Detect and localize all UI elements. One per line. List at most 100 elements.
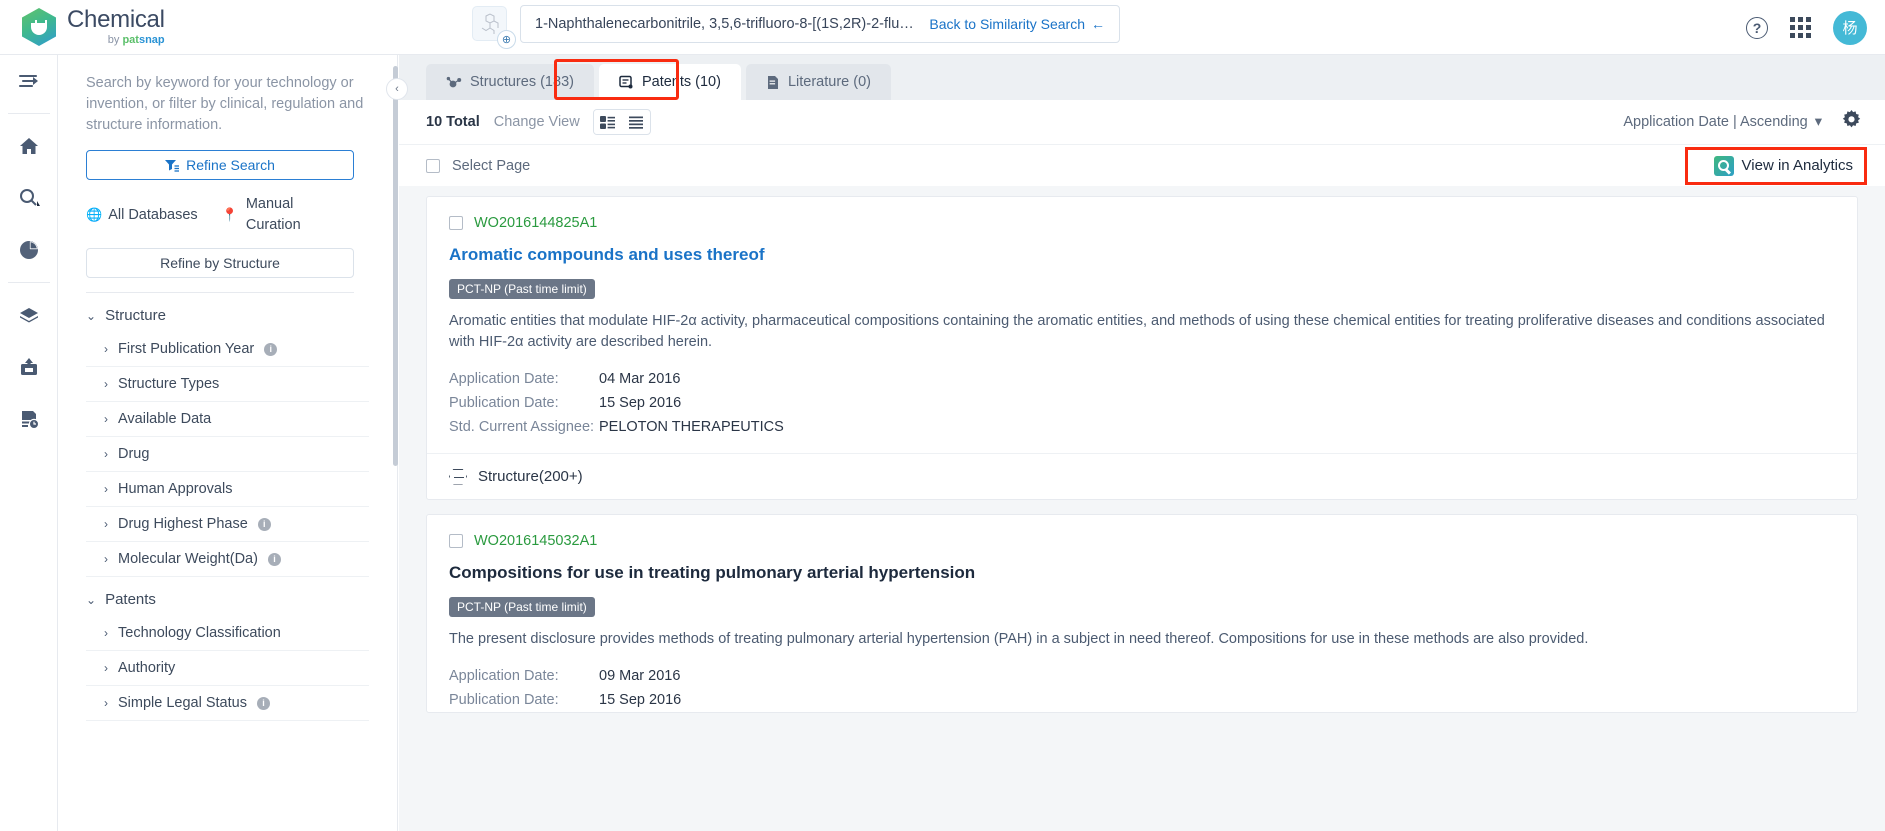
sidebar-item-home[interactable] <box>0 120 58 172</box>
list-view-icon <box>628 116 643 129</box>
molecule-icon <box>446 76 462 88</box>
gear-icon[interactable] <box>1842 110 1861 134</box>
sidebar-item-library[interactable] <box>0 289 58 341</box>
patent-title[interactable]: Compositions for use in treating pulmona… <box>449 563 1835 583</box>
location-pin-icon: 📍 <box>221 207 238 222</box>
chevron-right-icon: › <box>104 447 108 461</box>
meta-row: Publication Date: 15 Sep 2016 <box>449 391 1835 415</box>
tab-patents[interactable]: Patents (10) <box>598 64 741 100</box>
structure-count-link[interactable]: Structure(200+) <box>449 468 583 485</box>
arrow-right-lines-icon <box>18 74 38 88</box>
view-in-analytics-label: View in Analytics <box>1741 157 1853 174</box>
pie-chart-icon <box>19 241 38 259</box>
manual-curation-label[interactable]: Manual Curation <box>246 194 301 236</box>
meta-key: Publication Date: <box>449 395 559 411</box>
tab-literature-label: Literature (0) <box>787 74 871 90</box>
meta-row: Std. Current Assignee: PELOTON THERAPEUT… <box>449 415 1835 439</box>
all-databases-label[interactable]: All Databases <box>108 207 197 223</box>
sidebar-item-search[interactable] <box>0 172 58 224</box>
facet-authority[interactable]: › Authority <box>86 651 369 686</box>
facet-group-patents-label: Patents <box>105 591 156 608</box>
help-icon[interactable]: ? <box>1746 16 1768 39</box>
patent-abstract: Aromatic entities that modulate HIF-2α a… <box>449 313 1825 350</box>
patent-id[interactable]: WO2016145032A1 <box>474 533 597 549</box>
logo-snap: snap <box>138 34 165 46</box>
back-to-similarity-search-link[interactable]: Back to Similarity Search ← <box>929 16 1105 32</box>
info-icon[interactable]: i <box>264 342 278 356</box>
patent-meta: Application Date: 04 Mar 2016 Publicatio… <box>449 367 1835 439</box>
result-tabs: Structures (183) Patents (10) Literature… <box>399 55 1885 100</box>
facet-label: Available Data <box>118 411 212 427</box>
sidebar-item-expand[interactable] <box>0 55 58 107</box>
filter-sidebar: Search by keyword for your technology or… <box>58 55 398 831</box>
facet-molecular-weight[interactable]: › Molecular Weight(Da) i <box>86 542 369 577</box>
result-id-row: WO2016144825A1 <box>449 215 1835 231</box>
chevron-down-icon: ⌄ <box>86 592 97 607</box>
sidebar-scrollbar[interactable] <box>393 66 398 466</box>
select-page-checkbox[interactable] <box>426 158 440 173</box>
magnifier-icon <box>19 189 40 206</box>
results-toolbar: 10 Total Change View Application Date | … <box>399 100 1885 144</box>
result-id-row: WO2016145032A1 <box>449 533 1835 549</box>
rail-divider-2 <box>7 282 50 283</box>
facet-available-data[interactable]: › Available Data <box>86 402 369 437</box>
facet-drug-highest-phase[interactable]: › Drug Highest Phase i <box>86 507 369 542</box>
chevron-right-icon: › <box>104 377 108 391</box>
meta-row: Application Date: 04 Mar 2016 <box>449 367 1835 391</box>
meta-value: 04 Mar 2016 <box>599 371 681 387</box>
refine-search-button[interactable]: Refine Search <box>86 150 354 180</box>
view-in-analytics-button[interactable]: View in Analytics <box>1707 152 1859 179</box>
meta-value: 09 Mar 2016 <box>599 668 681 684</box>
hexagon-structure-icon <box>449 468 467 485</box>
info-icon[interactable]: i <box>257 517 271 531</box>
view-toggle-group <box>592 109 651 135</box>
tab-structures[interactable]: Structures (183) <box>426 64 594 100</box>
result-checkbox[interactable] <box>449 534 463 548</box>
meta-key: Application Date: <box>449 668 559 684</box>
facet-drug[interactable]: › Drug <box>86 437 369 472</box>
chevron-right-icon: › <box>104 412 108 426</box>
info-icon[interactable]: i <box>267 552 281 566</box>
sidebar-item-history[interactable] <box>0 393 58 445</box>
chevron-down-icon: ▾ <box>1814 114 1822 130</box>
card-view-button[interactable] <box>593 110 622 134</box>
refine-by-structure-button[interactable]: Refine by Structure <box>86 248 354 278</box>
search-input[interactable]: 1-Naphthalenecarbonitrile, 3,5,6-trifluo… <box>520 5 1120 43</box>
facet-human-approvals[interactable]: › Human Approvals <box>86 472 369 507</box>
zoom-structure-icon[interactable]: ⊕ <box>497 30 516 49</box>
change-view-label: Change View <box>493 114 580 130</box>
tab-literature[interactable]: Literature (0) <box>745 64 891 100</box>
facet-simple-legal-status[interactable]: › Simple Legal Status i <box>86 686 369 721</box>
patent-id[interactable]: WO2016144825A1 <box>474 215 597 231</box>
rail-divider-1 <box>7 113 50 114</box>
facet-group-structure[interactable]: ⌄ Structure <box>86 293 369 332</box>
facet-first-publication-year[interactable]: › First Publication Year i <box>86 332 369 367</box>
facet-group-patents[interactable]: ⌄ Patents <box>86 577 369 616</box>
chevron-right-icon: › <box>104 342 108 356</box>
sidebar-item-workspace[interactable] <box>0 341 58 393</box>
card-view-icon <box>600 115 616 129</box>
apps-grid-icon[interactable] <box>1790 17 1811 38</box>
result-card: WO2016144825A1 Aromatic compounds and us… <box>426 196 1858 500</box>
chevron-right-icon: › <box>104 552 108 566</box>
facet-label: First Publication Year <box>118 341 255 357</box>
patent-title[interactable]: Aromatic compounds and uses thereof <box>449 245 1835 265</box>
tab-structures-label: Structures (183) <box>470 74 574 90</box>
sidebar-item-analytics[interactable] <box>0 224 58 276</box>
sort-dropdown[interactable]: Application Date | Ascending ▾ <box>1623 114 1822 130</box>
result-card: WO2016145032A1 Compositions for use in t… <box>426 514 1858 713</box>
collapse-sidebar-button[interactable]: ‹ <box>386 78 408 100</box>
result-checkbox[interactable] <box>449 216 463 230</box>
facet-structure-types[interactable]: › Structure Types <box>86 367 369 402</box>
meta-value: 15 Sep 2016 <box>599 692 682 708</box>
info-icon[interactable]: i <box>256 696 270 710</box>
facet-technology-classification[interactable]: › Technology Classification <box>86 616 369 651</box>
app-logo[interactable]: Chemical by patsnap <box>22 8 165 46</box>
tab-patents-label: Patents (10) <box>641 74 721 90</box>
list-view-button[interactable] <box>622 110 650 134</box>
avatar[interactable]: 杨 <box>1833 10 1867 45</box>
home-icon <box>19 138 38 154</box>
select-page-label: Select Page <box>452 157 531 174</box>
back-link-label: Back to Similarity Search <box>929 16 1085 32</box>
refine-by-structure-label: Refine by Structure <box>160 255 280 271</box>
